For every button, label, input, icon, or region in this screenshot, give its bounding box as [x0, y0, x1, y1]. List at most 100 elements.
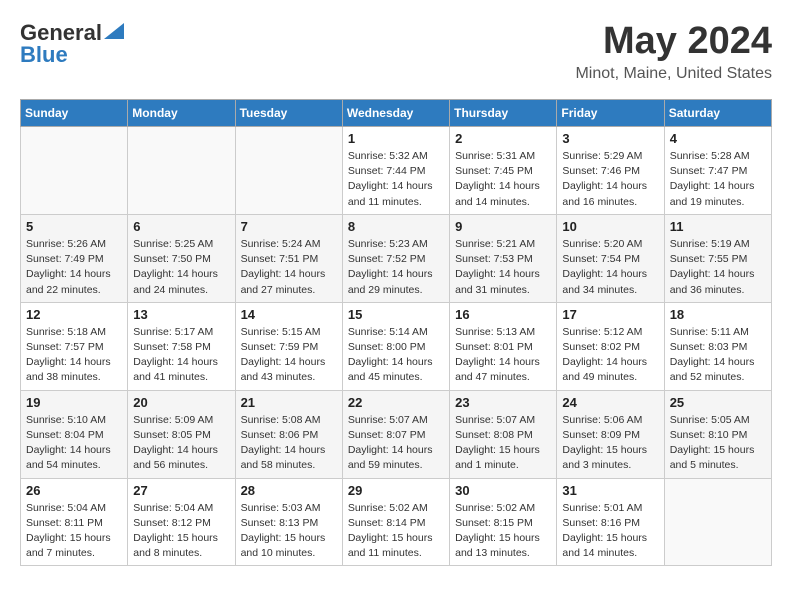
day-info: Sunrise: 5:01 AMSunset: 8:16 PMDaylight:… [562, 501, 658, 562]
day-info: Sunrise: 5:04 AMSunset: 8:11 PMDaylight:… [26, 501, 122, 562]
day-number: 15 [348, 307, 444, 322]
day-cell: 16 Sunrise: 5:13 AMSunset: 8:01 PMDayligh… [450, 302, 557, 390]
day-number: 25 [670, 395, 766, 410]
day-cell: 30Sunrise: 5:02 AMSunset: 8:15 PMDayligh… [450, 478, 557, 566]
day-number: 31 [562, 483, 658, 498]
day-cell: 22 Sunrise: 5:07 AMSunset: 8:07 PMDayligh… [342, 390, 449, 478]
calendar-table: SundayMondayTuesdayWednesdayThursdayFrid… [20, 99, 772, 566]
logo: General Blue [20, 20, 124, 68]
day-cell [235, 127, 342, 215]
day-cell: 24Sunrise: 5:06 AMSunset: 8:09 PMDayligh… [557, 390, 664, 478]
day-number: 4 [670, 131, 766, 146]
page-header: General Blue May 2024 Minot, Maine, Unit… [20, 20, 772, 83]
day-info: Sunrise: 5:11 AMSunset: 8:03 PMDaylight:… [670, 325, 766, 386]
day-cell: 25 Sunrise: 5:05 AMSunset: 8:10 PMDayligh… [664, 390, 771, 478]
subtitle: Minot, Maine, United States [575, 65, 772, 83]
day-info: Sunrise: 5:13 AMSunset: 8:01 PMDaylight:… [455, 325, 551, 386]
week-row-5: 26 Sunrise: 5:04 AMSunset: 8:11 PMDayligh… [21, 478, 772, 566]
day-cell: 8Sunrise: 5:23 AMSunset: 7:52 PMDaylight… [342, 214, 449, 302]
day-number: 22 [348, 395, 444, 410]
title-block: May 2024 Minot, Maine, United States [575, 20, 772, 83]
day-number: 10 [562, 219, 658, 234]
day-info: Sunrise: 5:24 AMSunset: 7:51 PMDaylight:… [241, 237, 337, 298]
day-info: Sunrise: 5:29 AMSunset: 7:46 PMDaylight:… [562, 149, 658, 210]
day-info: Sunrise: 5:25 AMSunset: 7:50 PMDaylight:… [133, 237, 229, 298]
day-cell: 2 Sunrise: 5:31 AMSunset: 7:45 PMDaylight… [450, 127, 557, 215]
weekday-header-wednesday: Wednesday [342, 100, 449, 127]
day-cell: 26 Sunrise: 5:04 AMSunset: 8:11 PMDayligh… [21, 478, 128, 566]
day-cell: 13Sunrise: 5:17 AMSunset: 7:58 PMDayligh… [128, 302, 235, 390]
day-cell: 31 Sunrise: 5:01 AMSunset: 8:16 PMDayligh… [557, 478, 664, 566]
day-number: 3 [562, 131, 658, 146]
day-info: Sunrise: 5:28 AMSunset: 7:47 PMDaylight:… [670, 149, 766, 210]
week-row-4: 19Sunrise: 5:10 AMSunset: 8:04 PMDayligh… [21, 390, 772, 478]
day-number: 30 [455, 483, 551, 498]
weekday-header-friday: Friday [557, 100, 664, 127]
day-cell: 19Sunrise: 5:10 AMSunset: 8:04 PMDayligh… [21, 390, 128, 478]
day-number: 29 [348, 483, 444, 498]
day-cell: 11Sunrise: 5:19 AMSunset: 7:55 PMDayligh… [664, 214, 771, 302]
day-number: 26 [26, 483, 122, 498]
logo-icon [104, 23, 124, 39]
day-number: 28 [241, 483, 337, 498]
day-number: 18 [670, 307, 766, 322]
day-number: 23 [455, 395, 551, 410]
day-cell: 1 Sunrise: 5:32 AMSunset: 7:44 PMDaylight… [342, 127, 449, 215]
day-number: 20 [133, 395, 229, 410]
day-number: 21 [241, 395, 337, 410]
day-number: 17 [562, 307, 658, 322]
day-cell: 5Sunrise: 5:26 AMSunset: 7:49 PMDaylight… [21, 214, 128, 302]
week-row-3: 12 Sunrise: 5:18 AMSunset: 7:57 PMDayligh… [21, 302, 772, 390]
day-info: Sunrise: 5:03 AMSunset: 8:13 PMDaylight:… [241, 501, 337, 562]
day-info: Sunrise: 5:20 AMSunset: 7:54 PMDaylight:… [562, 237, 658, 298]
day-cell [128, 127, 235, 215]
day-number: 12 [26, 307, 122, 322]
day-cell: 15 Sunrise: 5:14 AMSunset: 8:00 PMDayligh… [342, 302, 449, 390]
day-cell [21, 127, 128, 215]
day-info: Sunrise: 5:18 AMSunset: 7:57 PMDaylight:… [26, 325, 122, 386]
day-info: Sunrise: 5:17 AMSunset: 7:58 PMDaylight:… [133, 325, 229, 386]
weekday-header-monday: Monday [128, 100, 235, 127]
day-info: Sunrise: 5:07 AMSunset: 8:08 PMDaylight:… [455, 413, 551, 474]
day-info: Sunrise: 5:02 AMSunset: 8:14 PMDaylight:… [348, 501, 444, 562]
day-cell: 20Sunrise: 5:09 AMSunset: 8:05 PMDayligh… [128, 390, 235, 478]
day-info: Sunrise: 5:12 AMSunset: 8:02 PMDaylight:… [562, 325, 658, 386]
day-cell: 14Sunrise: 5:15 AMSunset: 7:59 PMDayligh… [235, 302, 342, 390]
day-cell: 21 Sunrise: 5:08 AMSunset: 8:06 PMDayligh… [235, 390, 342, 478]
day-number: 2 [455, 131, 551, 146]
day-cell: 7Sunrise: 5:24 AMSunset: 7:51 PMDaylight… [235, 214, 342, 302]
day-number: 5 [26, 219, 122, 234]
day-info: Sunrise: 5:14 AMSunset: 8:00 PMDaylight:… [348, 325, 444, 386]
day-number: 11 [670, 219, 766, 234]
day-number: 16 [455, 307, 551, 322]
day-cell: 12 Sunrise: 5:18 AMSunset: 7:57 PMDayligh… [21, 302, 128, 390]
day-info: Sunrise: 5:23 AMSunset: 7:52 PMDaylight:… [348, 237, 444, 298]
day-cell: 29 Sunrise: 5:02 AMSunset: 8:14 PMDayligh… [342, 478, 449, 566]
day-number: 1 [348, 131, 444, 146]
day-cell: 27Sunrise: 5:04 AMSunset: 8:12 PMDayligh… [128, 478, 235, 566]
week-row-2: 5Sunrise: 5:26 AMSunset: 7:49 PMDaylight… [21, 214, 772, 302]
weekday-header-tuesday: Tuesday [235, 100, 342, 127]
logo-blue: Blue [20, 42, 68, 68]
week-row-1: 1 Sunrise: 5:32 AMSunset: 7:44 PMDaylight… [21, 127, 772, 215]
day-cell: 18 Sunrise: 5:11 AMSunset: 8:03 PMDayligh… [664, 302, 771, 390]
main-title: May 2024 [575, 20, 772, 63]
day-cell: 4 Sunrise: 5:28 AMSunset: 7:47 PMDaylight… [664, 127, 771, 215]
day-cell [664, 478, 771, 566]
weekday-header-sunday: Sunday [21, 100, 128, 127]
day-info: Sunrise: 5:04 AMSunset: 8:12 PMDaylight:… [133, 501, 229, 562]
day-info: Sunrise: 5:08 AMSunset: 8:06 PMDaylight:… [241, 413, 337, 474]
weekday-header-row: SundayMondayTuesdayWednesdayThursdayFrid… [21, 100, 772, 127]
day-number: 6 [133, 219, 229, 234]
day-info: Sunrise: 5:21 AMSunset: 7:53 PMDaylight:… [455, 237, 551, 298]
day-number: 19 [26, 395, 122, 410]
day-info: Sunrise: 5:06 AMSunset: 8:09 PMDaylight:… [562, 413, 658, 474]
day-cell: 28 Sunrise: 5:03 AMSunset: 8:13 PMDayligh… [235, 478, 342, 566]
day-cell: 3 Sunrise: 5:29 AMSunset: 7:46 PMDaylight… [557, 127, 664, 215]
weekday-header-thursday: Thursday [450, 100, 557, 127]
day-info: Sunrise: 5:07 AMSunset: 8:07 PMDaylight:… [348, 413, 444, 474]
day-info: Sunrise: 5:05 AMSunset: 8:10 PMDaylight:… [670, 413, 766, 474]
day-info: Sunrise: 5:15 AMSunset: 7:59 PMDaylight:… [241, 325, 337, 386]
day-info: Sunrise: 5:31 AMSunset: 7:45 PMDaylight:… [455, 149, 551, 210]
day-info: Sunrise: 5:32 AMSunset: 7:44 PMDaylight:… [348, 149, 444, 210]
